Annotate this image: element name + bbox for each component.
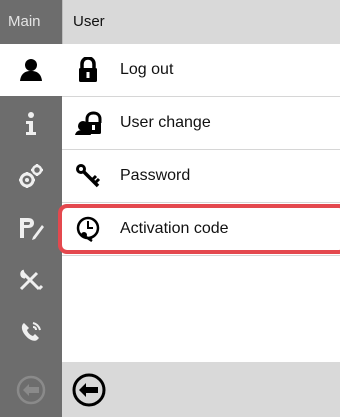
- menu-item-password[interactable]: Password: [62, 150, 340, 203]
- menu-item-user-change[interactable]: User change: [62, 97, 340, 150]
- user-menu: Log out User change Password Activation …: [62, 44, 340, 256]
- sidebar-item-contact[interactable]: [0, 306, 62, 358]
- sidebar-item-settings[interactable]: [0, 150, 62, 202]
- service-tools-icon: [19, 269, 44, 291]
- user-change-icon: [73, 108, 103, 138]
- phone-contact-icon: [21, 322, 41, 341]
- user-icon: [20, 59, 42, 81]
- app-window: Main User Log out User change Password A…: [0, 0, 340, 417]
- sidebar-title: Main: [0, 0, 62, 44]
- sidebar-item-service[interactable]: [0, 254, 62, 306]
- sidebar-item-program[interactable]: [0, 202, 62, 254]
- back-arrow-icon: [72, 373, 106, 406]
- page-title: User: [62, 0, 340, 44]
- key-icon: [73, 161, 103, 191]
- settings-gears-icon: [19, 164, 43, 188]
- program-edit-icon: [20, 218, 44, 240]
- sidebar-back-button[interactable]: [0, 362, 62, 417]
- sidebar-item-info[interactable]: [0, 98, 62, 150]
- lock-icon: [73, 55, 103, 85]
- menu-item-log-out[interactable]: Log out: [62, 44, 340, 97]
- menu-item-label: User change: [120, 114, 211, 131]
- back-arrow-icon: [16, 375, 46, 404]
- menu-item-label: Password: [120, 167, 191, 184]
- menu-item-label: Log out: [120, 61, 174, 78]
- info-icon: [26, 112, 36, 135]
- menu-item-activation-code[interactable]: Activation code: [62, 203, 340, 256]
- menu-item-label: Activation code: [120, 220, 229, 237]
- bottom-bar: [62, 362, 340, 417]
- sidebar-item-user[interactable]: [0, 44, 62, 96]
- activation-code-icon: [73, 214, 103, 244]
- sidebar: Main: [0, 0, 62, 417]
- back-button[interactable]: [71, 372, 107, 408]
